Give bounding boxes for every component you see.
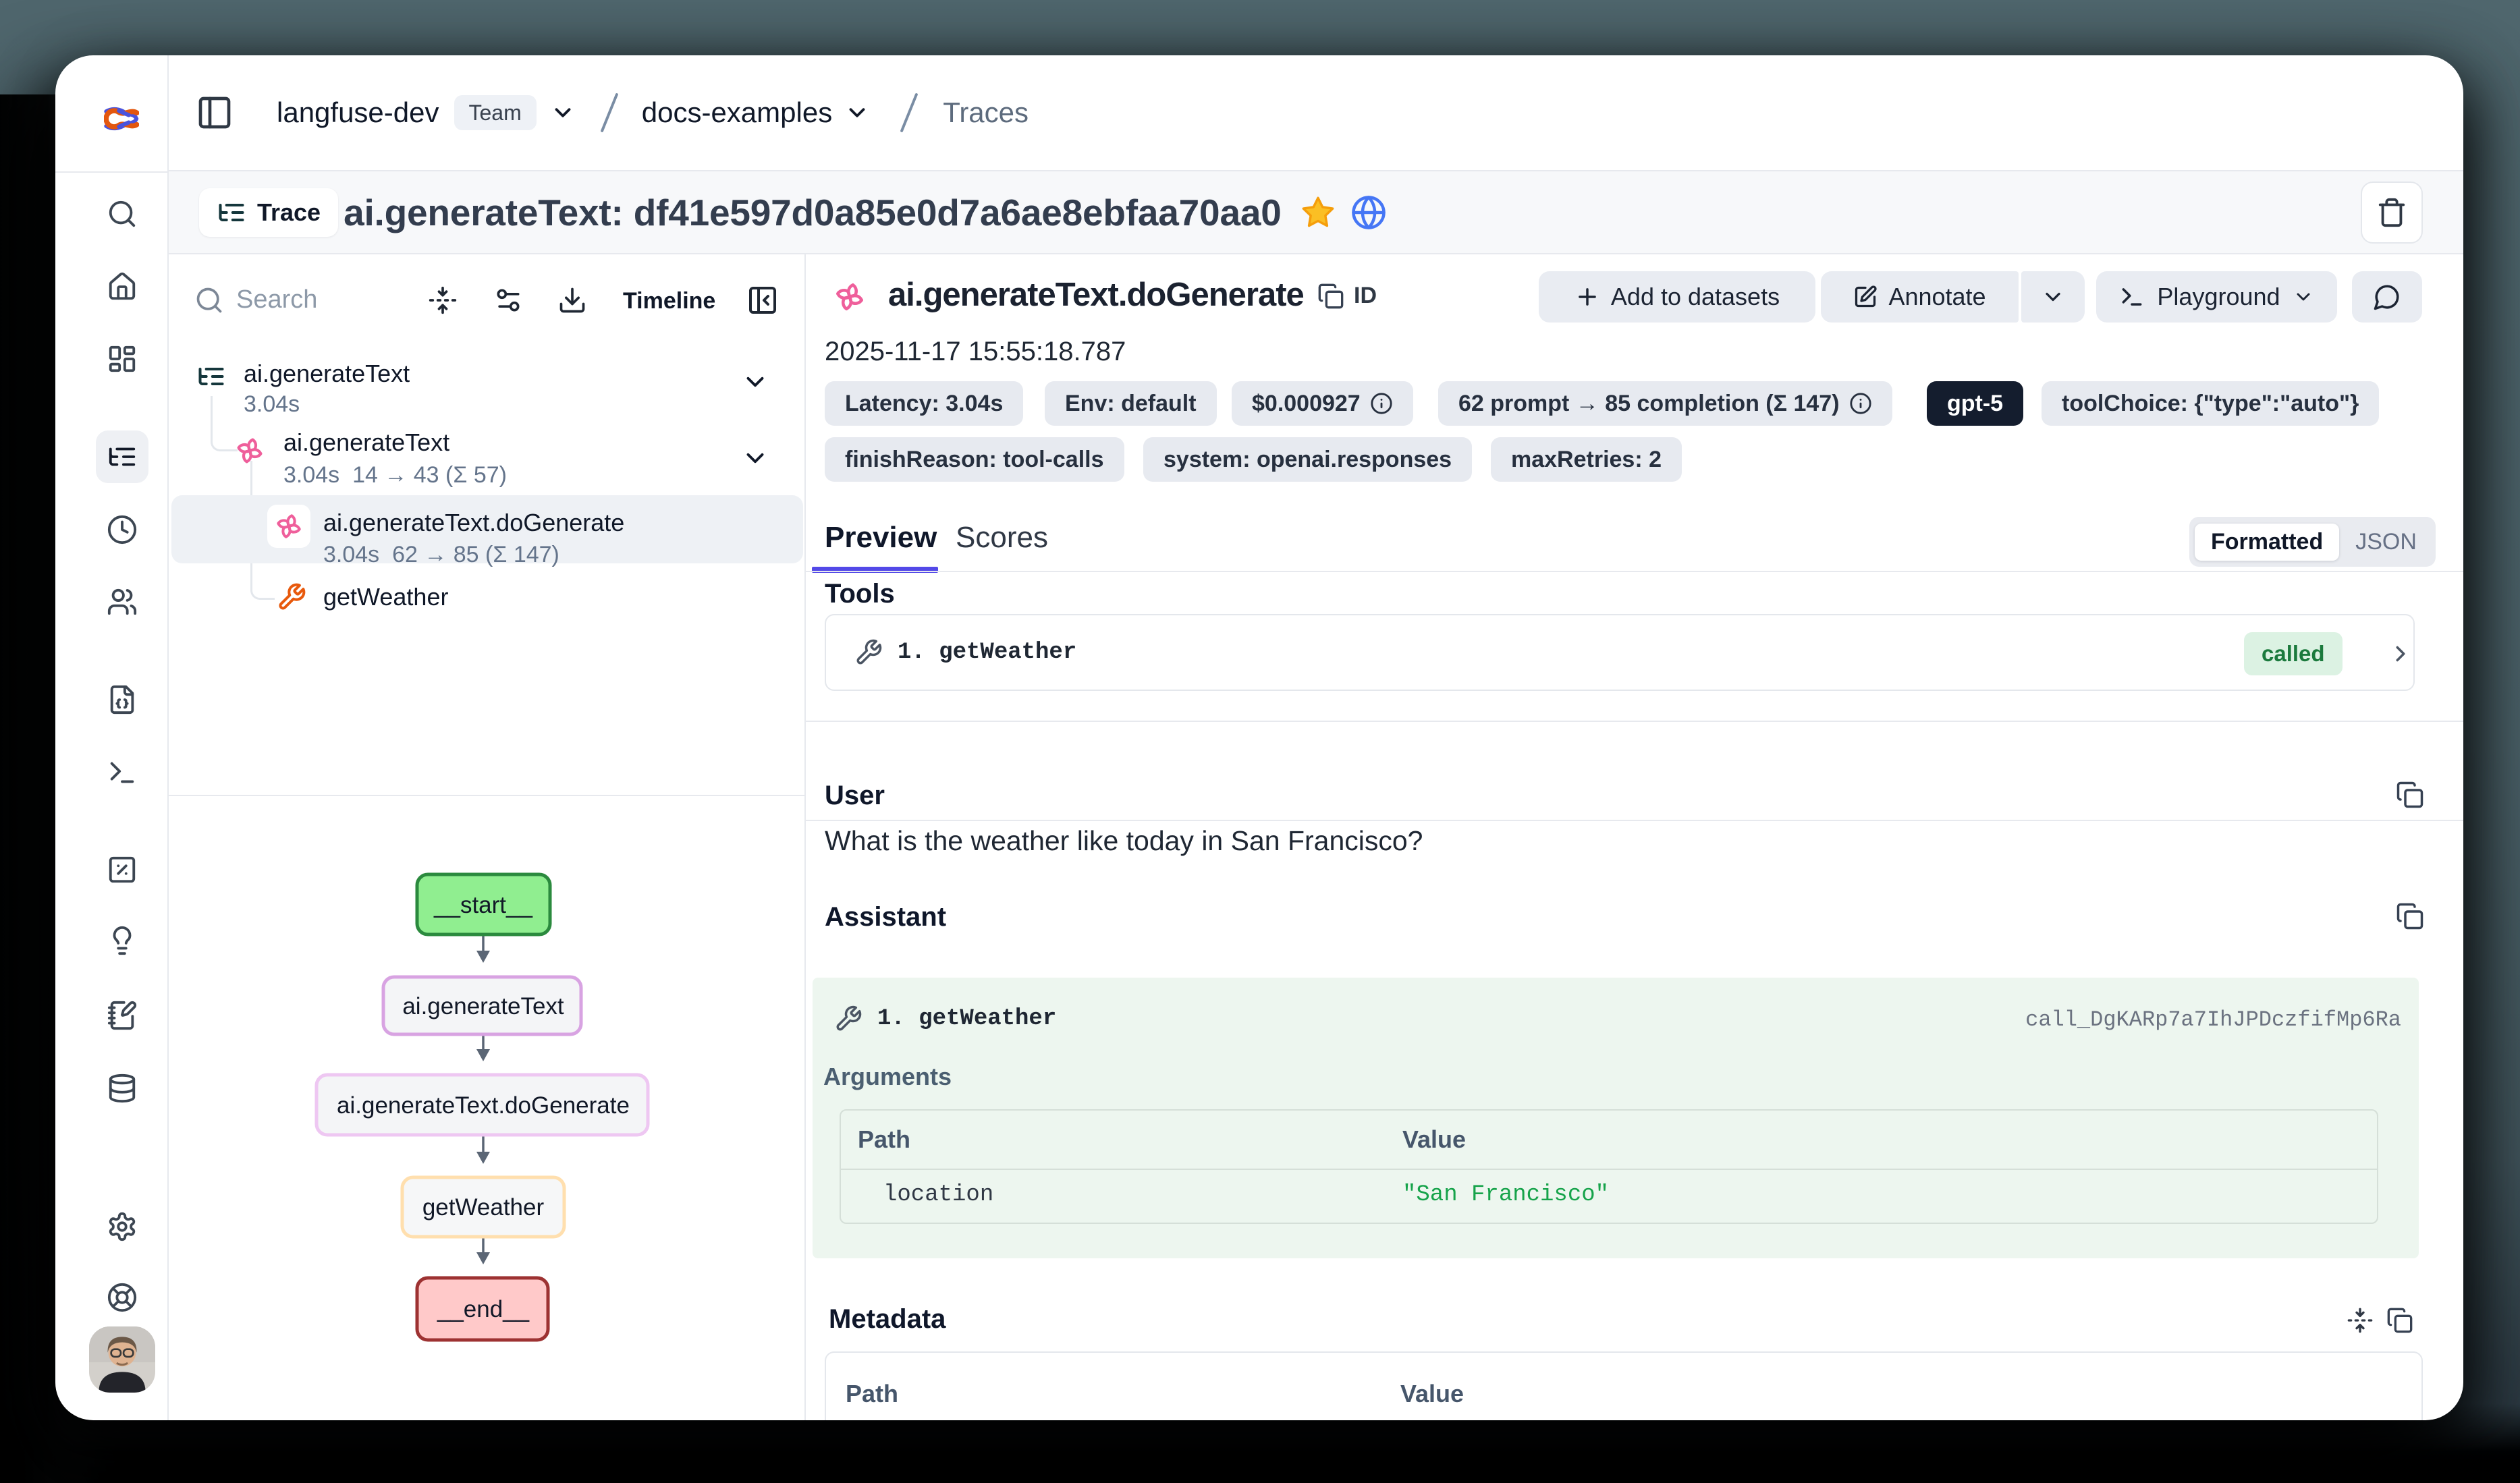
svg-text:__end__: __end__ xyxy=(437,1296,530,1322)
svg-text:__start__: __start__ xyxy=(433,892,532,918)
svg-text:ai.generateText: ai.generateText xyxy=(402,993,564,1019)
svg-text:getWeather: getWeather xyxy=(422,1194,545,1221)
svg-text:ai.generateText.doGenerate: ai.generateText.doGenerate xyxy=(337,1092,630,1119)
